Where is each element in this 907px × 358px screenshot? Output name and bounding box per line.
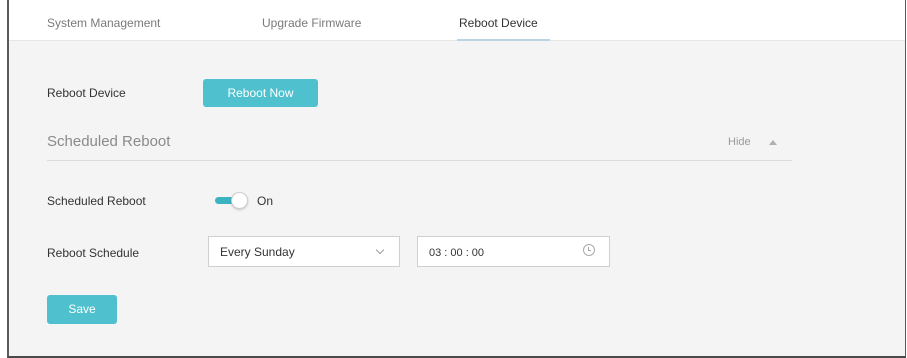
chevron-down-icon xyxy=(375,245,385,255)
reboot-schedule-select[interactable]: Every Sunday xyxy=(208,236,400,267)
section-divider xyxy=(47,160,792,161)
reboot-device-panel: System Management Upgrade Firmware Reboo… xyxy=(7,0,906,358)
caret-up-icon[interactable] xyxy=(769,140,777,145)
reboot-schedule-value: Every Sunday xyxy=(220,245,295,259)
tab-bar: System Management Upgrade Firmware Reboo… xyxy=(9,0,905,41)
reboot-time-input[interactable]: 03 : 00 : 00 xyxy=(417,236,610,267)
reboot-now-button[interactable]: Reboot Now xyxy=(203,79,318,107)
reboot-time-value: 03 : 00 : 00 xyxy=(429,247,485,259)
scheduled-reboot-toggle[interactable] xyxy=(215,192,251,210)
tab-reboot-device[interactable]: Reboot Device xyxy=(459,16,538,30)
toggle-knob xyxy=(231,192,248,209)
toggle-state-label: On xyxy=(257,194,274,208)
scheduled-reboot-section-title: Scheduled Reboot xyxy=(47,133,171,150)
scheduled-reboot-label: Scheduled Reboot xyxy=(47,194,146,208)
reboot-device-label: Reboot Device xyxy=(47,86,126,100)
hide-section-link[interactable]: Hide xyxy=(728,136,751,149)
reboot-schedule-label: Reboot Schedule xyxy=(47,246,140,260)
save-button[interactable]: Save xyxy=(47,295,117,324)
tab-upgrade-firmware[interactable]: Upgrade Firmware xyxy=(262,16,361,30)
clock-icon xyxy=(583,244,595,256)
tab-system-management[interactable]: System Management xyxy=(47,16,160,30)
active-tab-indicator xyxy=(457,39,550,41)
